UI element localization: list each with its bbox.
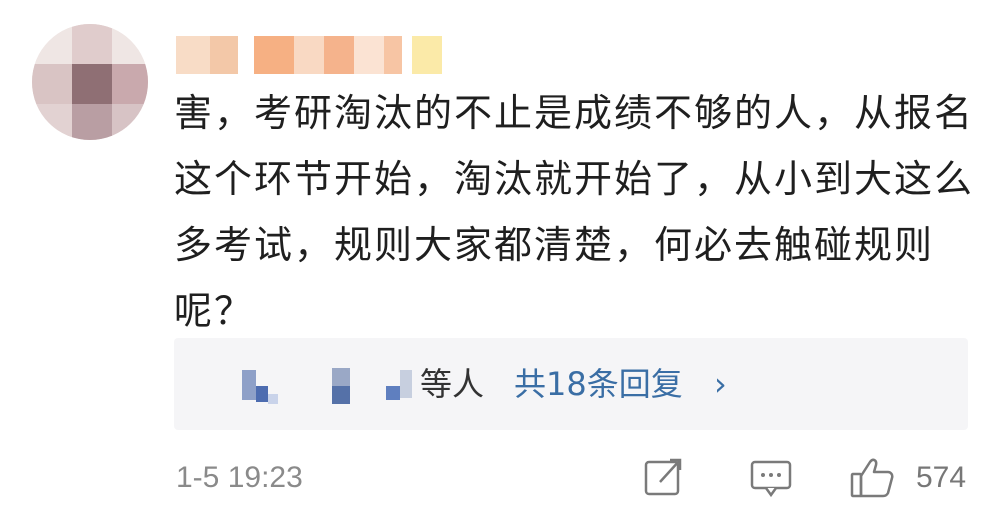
reply-names-suffix: 等人	[420, 365, 485, 403]
username[interactable]	[176, 36, 446, 74]
chevron-right-icon[interactable]: ›	[714, 358, 727, 410]
reply-count-link[interactable]: 共18条回复	[514, 358, 683, 410]
replies-preview[interactable]: 等人 共18条回复 ›	[174, 338, 968, 430]
avatar[interactable]	[32, 24, 148, 140]
comment-text: 害，考研淘汰的不止是成绩不够的人，从报名这个环节开始，淘汰就开始了，从小到大这么…	[174, 91, 975, 333]
comment-icon[interactable]	[748, 452, 796, 504]
thumbs-up-icon[interactable]	[848, 452, 898, 504]
timestamp: 1-5 19:23	[176, 461, 303, 494]
like-count: 574	[916, 461, 967, 494]
share-icon[interactable]	[640, 452, 688, 504]
